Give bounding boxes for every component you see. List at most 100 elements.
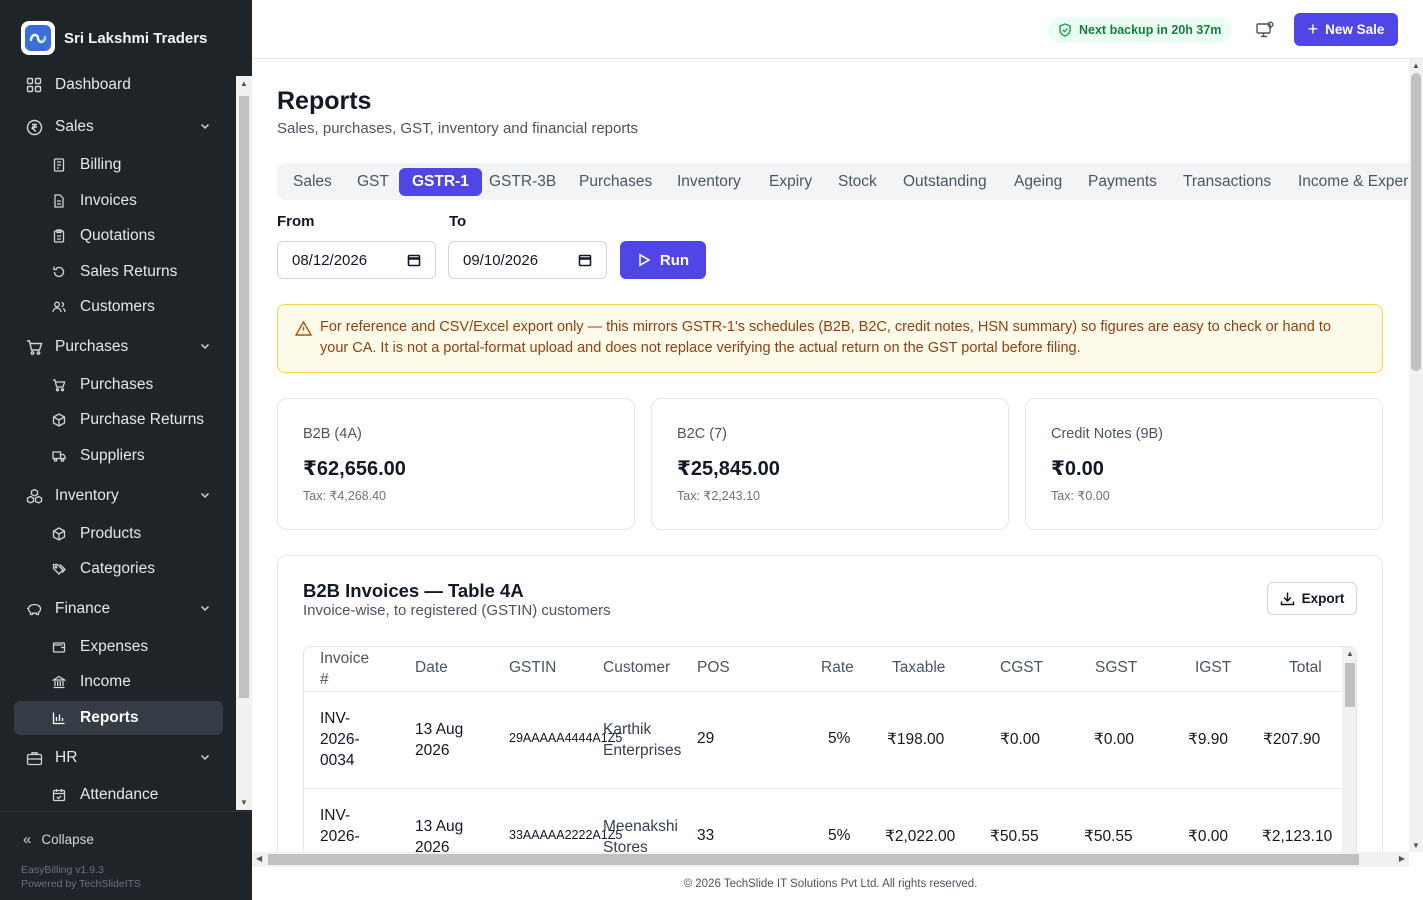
column-header-sgst[interactable]: SGST bbox=[1095, 659, 1137, 677]
sidebar-item-purchase-returns[interactable]: Purchase Returns bbox=[14, 403, 223, 437]
sidebar-item-reports[interactable]: Reports bbox=[14, 701, 223, 735]
sidebar-item-invoices[interactable]: Invoices bbox=[14, 184, 223, 218]
sidebar-item-quotations[interactable]: Quotations bbox=[14, 219, 223, 253]
collapse-button[interactable]: « Collapse bbox=[23, 831, 94, 848]
page-footer: © 2026 TechSlide IT Solutions Pvt Ltd. A… bbox=[683, 877, 978, 890]
sidebar-scrollbar[interactable]: ▲ ▼ bbox=[236, 76, 252, 810]
card-label: B2B (4A) bbox=[303, 426, 362, 442]
new-sale-button[interactable]: + New Sale bbox=[1294, 13, 1398, 46]
tab-transactions[interactable]: Transactions bbox=[1170, 168, 1284, 196]
from-date-value: 08/12/2026 bbox=[292, 251, 368, 269]
tab-gst[interactable]: GST bbox=[344, 168, 402, 196]
page-vertical-scrollbar[interactable]: ▲ ▼ bbox=[1409, 59, 1423, 852]
calendar-icon[interactable] bbox=[407, 253, 421, 267]
sidebar-item-inventory[interactable]: Inventory bbox=[14, 479, 223, 513]
sidebar-item-label: Suppliers bbox=[80, 447, 145, 464]
sidebar-item-billing[interactable]: Billing bbox=[14, 148, 223, 182]
sidebar-item-attendance[interactable]: Attendance bbox=[14, 778, 223, 810]
tab-outstanding[interactable]: Outstanding bbox=[890, 168, 1000, 196]
scroll-left-arrow-icon[interactable]: ◀ bbox=[256, 854, 262, 863]
sidebar-item-suppliers[interactable]: Suppliers bbox=[14, 439, 223, 473]
cell-invoice[interactable]: INV-2026-0034 bbox=[320, 708, 380, 771]
tab-gstr-3b[interactable]: GSTR-3B bbox=[476, 168, 569, 196]
tab-sales[interactable]: Sales bbox=[280, 168, 345, 196]
scroll-down-arrow-icon[interactable]: ▼ bbox=[240, 798, 248, 807]
tab-purchases[interactable]: Purchases bbox=[566, 168, 665, 196]
column-header-taxable[interactable]: Taxable bbox=[892, 659, 945, 677]
page-horizontal-scrollbar[interactable]: ◀ ▶ bbox=[252, 852, 1409, 867]
sidebar-item-label: Income bbox=[80, 673, 131, 690]
scrollbar-thumb[interactable] bbox=[1345, 663, 1355, 707]
card-value: ₹62,656.00 bbox=[303, 458, 406, 480]
column-header-total[interactable]: Total bbox=[1289, 659, 1322, 677]
sidebar-item-purchases[interactable]: Purchases bbox=[14, 330, 223, 364]
card-tax: Tax: ₹2,243.10 bbox=[677, 489, 761, 503]
column-header-pos[interactable]: POS bbox=[697, 659, 730, 677]
users-icon bbox=[50, 298, 68, 316]
scrollbar-thumb[interactable] bbox=[268, 854, 1359, 865]
scroll-right-arrow-icon[interactable]: ▶ bbox=[1399, 854, 1405, 863]
column-header-gstin[interactable]: GSTIN bbox=[509, 659, 556, 677]
sidebar-item-sales[interactable]: Sales bbox=[14, 110, 223, 144]
column-header-cgst[interactable]: CGST bbox=[1000, 659, 1043, 677]
sidebar-item-sales-returns[interactable]: Sales Returns bbox=[14, 255, 223, 289]
card-label: Credit Notes (9B) bbox=[1051, 426, 1164, 442]
b2b-table: Invoice # Date GSTIN Customer POS Rate T… bbox=[303, 646, 1357, 867]
table-scrollbar[interactable]: ▲ bbox=[1342, 647, 1356, 867]
sidebar: Sri Lakshmi Traders Dashboard Sales Bill… bbox=[0, 0, 252, 900]
sidebar-item-label: Purchases bbox=[80, 376, 154, 393]
panel-title: B2B Invoices — Table 4A bbox=[303, 580, 524, 601]
sidebar-item-label: Invoices bbox=[80, 192, 137, 209]
cell-taxable: ₹198.00 bbox=[887, 731, 945, 748]
export-button[interactable]: Export bbox=[1267, 582, 1357, 615]
sidebar-item-customers[interactable]: Customers bbox=[14, 290, 223, 324]
sidebar-item-label: Sales Returns bbox=[80, 263, 178, 280]
run-button[interactable]: Run bbox=[620, 241, 706, 279]
sidebar-item-categories[interactable]: Categories bbox=[14, 552, 223, 586]
sidebar-item-hr[interactable]: HR bbox=[14, 741, 223, 775]
sidebar-item-expenses[interactable]: Expenses bbox=[14, 630, 223, 664]
column-header-customer[interactable]: Customer bbox=[603, 659, 670, 677]
brand-name: Sri Lakshmi Traders bbox=[64, 29, 208, 47]
scroll-up-arrow-icon[interactable]: ▲ bbox=[1412, 61, 1420, 70]
from-date-input[interactable]: 08/12/2026 bbox=[277, 241, 436, 279]
download-icon bbox=[1280, 592, 1294, 606]
panel-subtitle: Invoice-wise, to registered (GSTIN) cust… bbox=[303, 602, 611, 619]
tab-stock[interactable]: Stock bbox=[825, 168, 890, 196]
rupee-circle-icon bbox=[25, 118, 43, 136]
credit-notes-summary-card: Credit Notes (9B) ₹0.00 Tax: ₹0.00 bbox=[1025, 398, 1383, 530]
tab-gstr-1[interactable]: GSTR-1 bbox=[399, 168, 482, 196]
collapse-label: Collapse bbox=[41, 832, 94, 847]
to-date-input[interactable]: 09/10/2026 bbox=[448, 241, 607, 279]
sidebar-item-purchases-list[interactable]: Purchases bbox=[14, 368, 223, 402]
column-header-invoice[interactable]: Invoice # bbox=[320, 648, 380, 690]
calendar-icon[interactable] bbox=[578, 253, 592, 267]
scrollbar-thumb[interactable] bbox=[1411, 73, 1421, 371]
scroll-down-arrow-icon[interactable]: ▼ bbox=[1412, 841, 1420, 850]
cell-total: ₹207.90 bbox=[1263, 731, 1321, 748]
sidebar-item-finance[interactable]: Finance bbox=[14, 592, 223, 626]
column-header-igst[interactable]: IGST bbox=[1195, 659, 1231, 677]
tab-income-expense[interactable]: Income & Exper bbox=[1285, 168, 1409, 196]
tab-ageing[interactable]: Ageing bbox=[1001, 168, 1075, 196]
sidebar-item-dashboard[interactable]: Dashboard bbox=[14, 68, 223, 102]
brand[interactable]: Sri Lakshmi Traders bbox=[21, 20, 207, 56]
scrollbar-thumb[interactable] bbox=[239, 96, 249, 698]
tab-inventory[interactable]: Inventory bbox=[664, 168, 754, 196]
column-header-rate[interactable]: Rate bbox=[821, 659, 854, 677]
cell-cgst: ₹0.00 bbox=[1000, 731, 1041, 748]
sidebar-item-products[interactable]: Products bbox=[14, 517, 223, 551]
scroll-up-arrow-icon[interactable]: ▲ bbox=[1346, 649, 1354, 658]
monitor-icon[interactable] bbox=[1255, 20, 1275, 45]
sidebar-item-label: Products bbox=[80, 525, 142, 542]
row-divider bbox=[304, 788, 1342, 789]
card-value: ₹25,845.00 bbox=[677, 458, 780, 480]
column-header-date[interactable]: Date bbox=[415, 659, 448, 677]
tab-payments[interactable]: Payments bbox=[1075, 168, 1170, 196]
tab-expiry[interactable]: Expiry bbox=[756, 168, 825, 196]
chevron-down-icon bbox=[199, 601, 211, 619]
scroll-up-arrow-icon[interactable]: ▲ bbox=[240, 79, 248, 88]
top-bar: Next backup in 20h 37m + New Sale bbox=[252, 0, 1423, 59]
sidebar-item-income[interactable]: Income bbox=[14, 665, 223, 699]
cell-invoice[interactable]: INV-2026- bbox=[320, 805, 380, 847]
